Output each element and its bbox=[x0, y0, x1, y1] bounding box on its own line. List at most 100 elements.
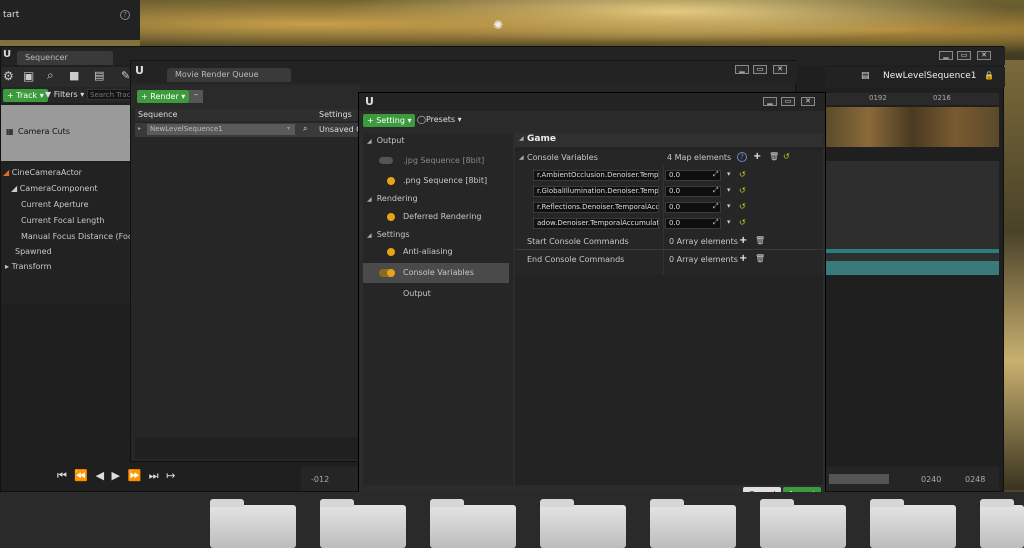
remove-button[interactable]: – bbox=[189, 90, 203, 103]
expand-value-icon[interactable]: ⤢ bbox=[713, 170, 719, 179]
sequence-field[interactable]: NewLevelSequence1 bbox=[147, 124, 295, 135]
tree-item-current-focal-length[interactable]: Current Focal Length bbox=[21, 216, 104, 225]
tree-item-current-aperture[interactable]: Current Aperture bbox=[21, 200, 89, 209]
toggle-console-variables[interactable] bbox=[387, 269, 395, 277]
folder-icon[interactable] bbox=[210, 499, 296, 548]
game-header: Game bbox=[527, 134, 556, 144]
add-setting-button[interactable]: + Setting ▾ bbox=[363, 114, 416, 127]
tab-movie-render-queue[interactable]: Movie Render Queue bbox=[167, 68, 291, 82]
game-category[interactable]: ◢ Game bbox=[515, 133, 823, 147]
row-dropdown-icon[interactable]: ▾ bbox=[727, 218, 731, 226]
item-jpg-sequence[interactable]: .jpg Sequence [8bit] bbox=[363, 151, 513, 171]
close-button[interactable]: ✕ bbox=[977, 51, 991, 60]
dropdown-icon[interactable]: ▾ bbox=[287, 125, 290, 132]
item-console-variables[interactable]: Console Variables bbox=[363, 263, 509, 283]
toggle-png[interactable] bbox=[387, 177, 395, 185]
help-icon[interactable]: ? bbox=[737, 152, 747, 162]
console-vars-count: 4 Map elements bbox=[667, 153, 732, 162]
row-dropdown-icon[interactable]: ▾ bbox=[727, 170, 731, 178]
unreal-logo-icon: U bbox=[3, 49, 12, 60]
toggle-anti-aliasing[interactable] bbox=[387, 248, 395, 256]
lock-icon[interactable]: 🔒 bbox=[984, 71, 994, 80]
cvar-key-field[interactable]: r.Reflections.Denoiser.TemporalAccumi bbox=[533, 202, 659, 213]
track-tree: ◢ CineCameraActor ◢ CameraComponent Curr… bbox=[1, 163, 142, 303]
add-element-icon[interactable]: + bbox=[739, 235, 747, 246]
start-label: tart bbox=[3, 10, 20, 20]
maximize-button[interactable]: ▭ bbox=[753, 65, 767, 74]
expand-icon[interactable]: ▸ bbox=[138, 125, 141, 132]
add-element-icon[interactable]: + bbox=[739, 253, 747, 264]
tree-item-transform[interactable]: ▸ Transform bbox=[5, 262, 51, 271]
help-icon[interactable]: ? bbox=[120, 10, 130, 20]
folder-icon[interactable] bbox=[980, 499, 1024, 548]
folder-icon[interactable] bbox=[430, 499, 516, 548]
trash-icon[interactable]: 🗑 bbox=[769, 152, 779, 161]
search-icon[interactable]: ⌕ bbox=[47, 68, 54, 83]
close-button[interactable]: ✕ bbox=[801, 97, 815, 106]
trash-icon[interactable]: 🗑 bbox=[755, 236, 765, 245]
row-dropdown-icon[interactable]: ▾ bbox=[727, 186, 731, 194]
presets-button[interactable]: ◯Presets ▾ bbox=[417, 115, 462, 124]
reset-icon[interactable]: ↺ bbox=[739, 186, 746, 195]
wrench-icon[interactable]: ✎ bbox=[121, 69, 130, 82]
folder-icon[interactable] bbox=[870, 499, 956, 548]
console-vars-label: Console Variables bbox=[527, 153, 598, 162]
minimize-button[interactable]: ▁ bbox=[939, 51, 953, 60]
save-icon[interactable]: ▣ bbox=[23, 69, 34, 83]
item-output[interactable]: Output bbox=[363, 284, 513, 304]
minimize-button[interactable]: ▁ bbox=[735, 65, 749, 74]
render-button[interactable]: + Render ▾ bbox=[137, 90, 190, 103]
toggle-jpg[interactable] bbox=[379, 157, 393, 164]
folder-icon[interactable] bbox=[650, 499, 736, 548]
expand-value-icon[interactable]: ⤢ bbox=[713, 218, 719, 227]
add-track-button[interactable]: + Track ▾ bbox=[3, 89, 48, 102]
mrq-titlebar: U Movie Render Queue ▁ ▭ ✕ bbox=[131, 61, 797, 83]
transport-controls-icon[interactable]: ⏮ ⏪ ◀ ▶ ⏩ ⏭ ↦ bbox=[57, 469, 177, 483]
timeline-ruler[interactable]: 0192 0216 bbox=[825, 93, 999, 105]
expand-value-icon[interactable]: ⤢ bbox=[713, 202, 719, 211]
transport-bar: ⏮ ⏪ ◀ ▶ ⏩ ⏭ ↦ bbox=[1, 463, 301, 491]
item-deferred-rendering[interactable]: Deferred Rendering bbox=[363, 207, 513, 227]
close-button[interactable]: ✕ bbox=[773, 65, 787, 74]
mrq-job-row[interactable]: ▸ NewLevelSequence1 ▾ ⌕ Unsaved Co bbox=[135, 123, 367, 137]
col-sequence: Sequence bbox=[138, 110, 178, 119]
row-dropdown-icon[interactable]: ▾ bbox=[727, 202, 731, 210]
cvar-key-field[interactable]: r.AmbientOcclusion.Denoiser.Temporal bbox=[533, 170, 659, 181]
add-element-icon[interactable]: + bbox=[753, 151, 761, 162]
camera-cuts-thumbnails bbox=[825, 107, 999, 147]
scrub-range[interactable] bbox=[829, 474, 889, 484]
camera-icon[interactable]: ■ bbox=[69, 69, 79, 82]
tab-sequencer[interactable]: Sequencer bbox=[17, 51, 113, 65]
section-output: ◢ Output bbox=[367, 136, 405, 145]
minimize-button[interactable]: ▁ bbox=[763, 97, 777, 106]
trash-icon[interactable]: 🗑 bbox=[755, 254, 765, 263]
settings-icon[interactable]: ⚙ bbox=[3, 69, 14, 83]
clapper-icon[interactable]: ▤ bbox=[94, 69, 104, 82]
sun-icon: ✺ bbox=[493, 18, 504, 32]
tree-item-cinecameraactor[interactable]: ◢ CineCameraActor bbox=[3, 168, 82, 177]
folder-icon[interactable] bbox=[760, 499, 846, 548]
cvar-key-field[interactable]: adow.Denoiser.TemporalAccumulation bbox=[533, 218, 659, 229]
maximize-button[interactable]: ▭ bbox=[957, 51, 971, 60]
search-icon[interactable]: ⌕ bbox=[303, 124, 307, 134]
folder-icon[interactable] bbox=[540, 499, 626, 548]
folder-icon[interactable] bbox=[320, 499, 406, 548]
tree-item-spawned[interactable]: Spawned bbox=[15, 247, 52, 256]
item-label: .png Sequence [8bit] bbox=[403, 176, 488, 185]
cvar-key-field[interactable]: r.GlobalIllumination.Denoiser.Temporal bbox=[533, 186, 659, 197]
reset-icon[interactable]: ↺ bbox=[783, 152, 790, 161]
search-input[interactable]: Search Trac bbox=[87, 89, 133, 100]
reset-icon[interactable]: ↺ bbox=[739, 218, 746, 227]
expand-value-icon[interactable]: ⤢ bbox=[713, 186, 719, 195]
tree-item-cameracomponent[interactable]: ◢ CameraComponent bbox=[11, 184, 98, 193]
tree-item-manual-focus[interactable]: Manual Focus Distance (Focus bbox=[21, 232, 142, 241]
toggle-deferred[interactable] bbox=[387, 213, 395, 221]
camera-cuts-track[interactable]: ▦ Camera Cuts bbox=[1, 105, 133, 161]
reset-icon[interactable]: ↺ bbox=[739, 170, 746, 179]
maximize-button[interactable]: ▭ bbox=[781, 97, 795, 106]
filters-button[interactable]: ▼ Filters ▾ bbox=[45, 90, 84, 99]
item-png-sequence[interactable]: .png Sequence [8bit] bbox=[363, 171, 513, 191]
item-label: Deferred Rendering bbox=[403, 212, 482, 221]
reset-icon[interactable]: ↺ bbox=[739, 202, 746, 211]
item-anti-aliasing[interactable]: Anti-aliasing bbox=[363, 242, 513, 262]
